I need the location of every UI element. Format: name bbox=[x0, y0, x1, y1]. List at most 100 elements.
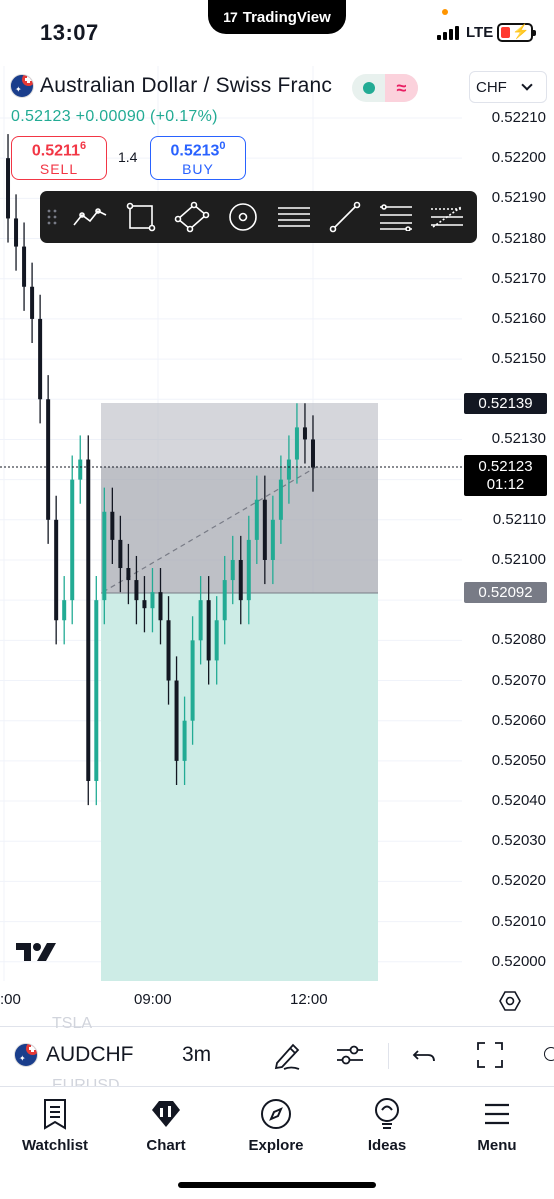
currency-button[interactable]: CHF bbox=[469, 71, 547, 103]
rotated-rectangle-tool-icon[interactable] bbox=[166, 191, 217, 243]
sell-label: SELL bbox=[39, 161, 79, 178]
hamburger-menu-icon bbox=[485, 1103, 509, 1125]
approx-data-icon: ≈ bbox=[385, 74, 418, 102]
price-axis-label: 0.52040 bbox=[491, 792, 546, 810]
price-axis-label: 0.52160 bbox=[491, 309, 546, 327]
price-axis-label: 0.52170 bbox=[491, 269, 546, 287]
candle-body bbox=[214, 620, 219, 661]
candle-body bbox=[286, 459, 291, 480]
candle-body bbox=[134, 580, 139, 601]
watchlist-icon bbox=[44, 1099, 66, 1130]
candle-body bbox=[302, 427, 307, 440]
price-axis-label: 0.52110 bbox=[492, 510, 546, 528]
compass-icon bbox=[261, 1099, 291, 1129]
price-axis-label: 0.52060 bbox=[491, 711, 546, 729]
drawing-toolbar[interactable] bbox=[40, 191, 477, 243]
symbol-header[interactable]: ✦ Australian Dollar / Swiss Franc bbox=[10, 74, 332, 98]
home-indicator bbox=[178, 1182, 376, 1188]
draw-pen-icon[interactable] bbox=[271, 1039, 303, 1071]
candle-body bbox=[294, 427, 299, 460]
buy-price-pip: 0 bbox=[219, 140, 226, 152]
currency-label: CHF bbox=[476, 78, 507, 96]
battery-icon: ⚡ bbox=[497, 23, 536, 42]
rectangle-tool-icon[interactable] bbox=[115, 191, 166, 243]
tradingview-logo-icon: 17 bbox=[223, 9, 238, 25]
price-axis-label: 0.52050 bbox=[491, 751, 546, 769]
candle-body bbox=[46, 399, 51, 520]
price-axis-label: 0.52100 bbox=[491, 550, 546, 568]
candle-body bbox=[190, 640, 195, 721]
candle-body bbox=[14, 218, 19, 247]
indicators-icon[interactable] bbox=[334, 1039, 366, 1071]
status-bar: 13:07 17 TradingView LTE ⚡ bbox=[0, 0, 554, 66]
candle-body bbox=[126, 568, 131, 581]
candle-body bbox=[182, 720, 187, 761]
target-zone bbox=[101, 593, 378, 981]
signal-icon bbox=[437, 26, 459, 40]
app-indicator-label: TradingView bbox=[242, 8, 331, 26]
tradingview-watermark-icon[interactable] bbox=[16, 941, 56, 968]
current-price-value: 0.52123 bbox=[478, 458, 533, 475]
candle-body bbox=[270, 519, 275, 560]
pitchfork-tool-icon[interactable] bbox=[421, 191, 472, 243]
candle-body bbox=[238, 559, 243, 601]
network-label: LTE bbox=[466, 24, 494, 41]
ghost-symbol-above: TSLA bbox=[52, 1015, 93, 1032]
price-axis-label: 0.52070 bbox=[491, 671, 546, 689]
entry-price-tag: 0.52092 bbox=[464, 582, 547, 603]
price-axis-label: 0.52210 bbox=[491, 109, 546, 126]
trend-line-tool-icon[interactable] bbox=[64, 191, 115, 243]
market-status-pill[interactable]: ≈ bbox=[352, 74, 418, 102]
nav-explore[interactable]: Explore bbox=[221, 1097, 331, 1154]
nav-chart[interactable]: Chart bbox=[111, 1097, 221, 1154]
candle-body bbox=[158, 592, 163, 621]
candle-body bbox=[174, 680, 179, 761]
nav-watchlist[interactable]: Watchlist bbox=[0, 1097, 110, 1154]
undo-icon[interactable] bbox=[410, 1039, 442, 1071]
current-price-tag: 0.52123 01:12 bbox=[464, 455, 547, 496]
clock: 13:07 bbox=[40, 20, 99, 45]
interval-selector[interactable]: 3m bbox=[182, 1043, 211, 1067]
candle-body bbox=[94, 600, 99, 781]
price-axis-label: 0.52030 bbox=[491, 832, 546, 850]
symbol-title[interactable]: Australian Dollar / Swiss Franc bbox=[40, 74, 332, 98]
chart-settings-icon[interactable] bbox=[499, 990, 521, 1017]
candle-body bbox=[142, 600, 147, 609]
sell-price-pip: 6 bbox=[79, 140, 87, 152]
nav-menu-label: Menu bbox=[477, 1137, 517, 1154]
price-axis-label: 0.52130 bbox=[491, 430, 546, 448]
toolbar-symbol: AUDCHF bbox=[46, 1043, 134, 1066]
drag-handle-icon[interactable] bbox=[40, 208, 64, 226]
price-axis-label: 0.52180 bbox=[491, 229, 546, 247]
buy-label: BUY bbox=[182, 161, 214, 178]
buy-button[interactable]: 0.52130 BUY bbox=[150, 136, 246, 180]
sell-button[interactable]: 0.52116 SELL bbox=[11, 136, 107, 180]
candle-body bbox=[150, 592, 155, 609]
candle-body bbox=[166, 620, 171, 681]
dynamic-island: 17 TradingView bbox=[208, 0, 346, 34]
more-options-icon[interactable] bbox=[544, 1047, 554, 1061]
price-axis-label: 0.52200 bbox=[491, 149, 546, 167]
candle-body bbox=[110, 511, 115, 540]
fib-retracement-tool-icon[interactable] bbox=[370, 191, 421, 243]
candle-body bbox=[70, 479, 75, 601]
nav-menu[interactable]: Menu bbox=[442, 1097, 552, 1154]
parallel-lines-tool-icon[interactable] bbox=[268, 191, 319, 243]
chevron-down-icon bbox=[521, 79, 533, 91]
price-axis-label: 0.52150 bbox=[491, 350, 546, 368]
nav-ideas[interactable]: Ideas bbox=[332, 1097, 442, 1154]
time-label-1: 09:00 bbox=[134, 991, 172, 1008]
market-open-dot-icon bbox=[362, 82, 375, 94]
candle-body bbox=[310, 439, 315, 468]
candle-body bbox=[254, 499, 259, 540]
aud-chf-flag-icon: ✦ bbox=[10, 74, 34, 98]
fullscreen-icon[interactable] bbox=[474, 1039, 506, 1071]
line-tool-icon[interactable] bbox=[319, 191, 370, 243]
privacy-dot-icon bbox=[442, 9, 448, 15]
candle-body bbox=[30, 286, 35, 319]
candle-body bbox=[86, 459, 91, 781]
symbol-selector[interactable]: ✦ AUDCHF bbox=[14, 1043, 134, 1067]
candle-body bbox=[118, 539, 123, 569]
circle-tool-icon[interactable] bbox=[217, 191, 268, 243]
candle-body bbox=[54, 519, 59, 621]
